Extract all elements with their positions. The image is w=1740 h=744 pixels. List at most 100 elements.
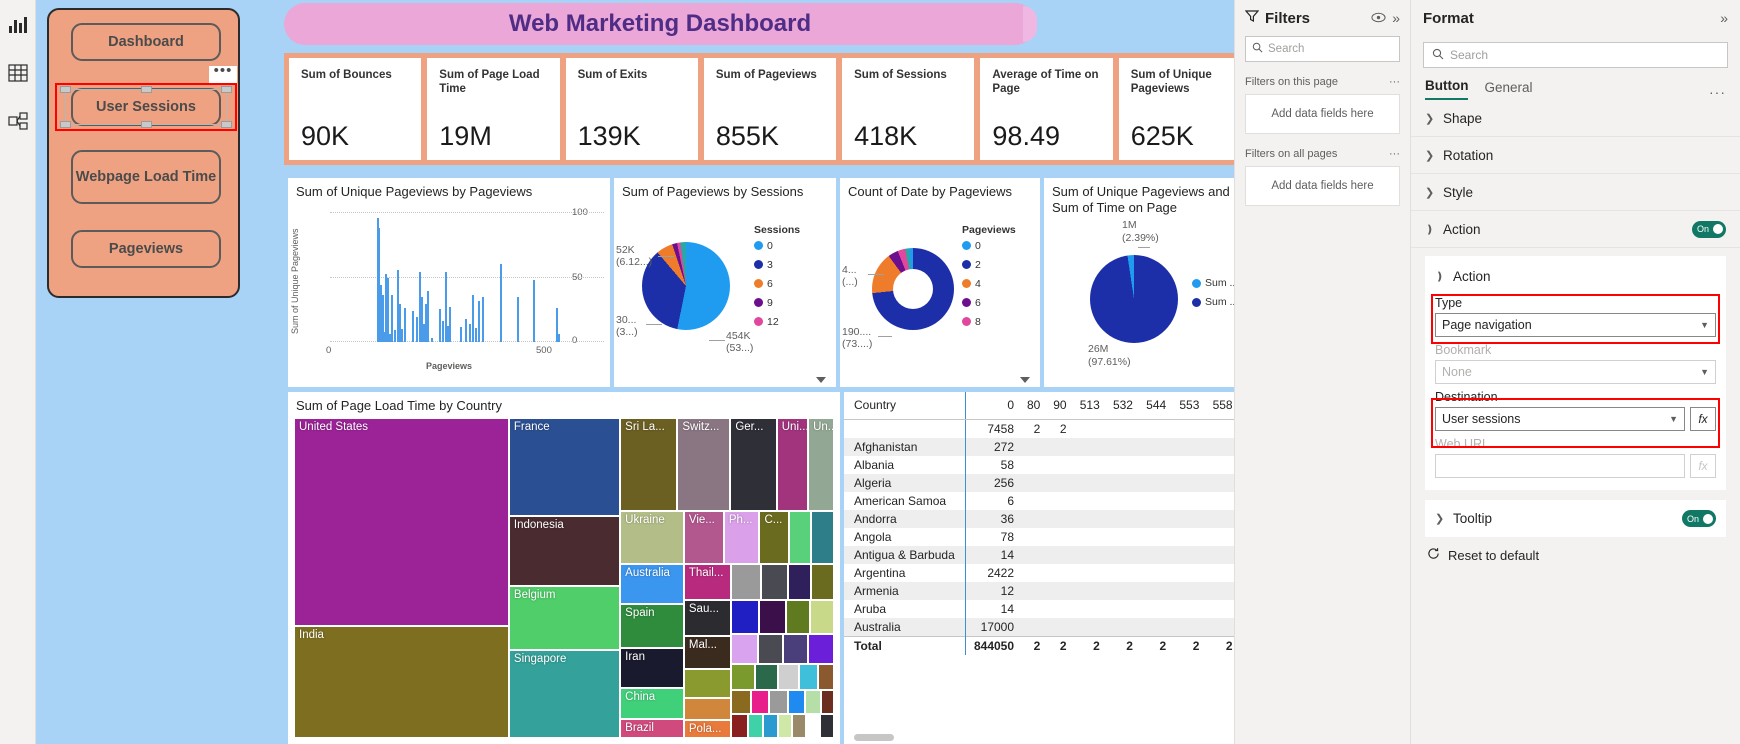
legend-scroll-down-icon[interactable] (1020, 377, 1030, 383)
bookmark-dropdown[interactable]: None ▼ (1435, 360, 1716, 384)
bar[interactable] (558, 334, 560, 342)
visual-country-matrix-table[interactable]: Country080905135325445535585745822Afghan… (844, 392, 1234, 744)
resize-handle-nw[interactable] (60, 86, 71, 93)
bar[interactable] (387, 278, 390, 342)
treemap-cell[interactable]: Un... (808, 418, 834, 511)
treemap-cell[interactable] (769, 690, 788, 714)
legend-item[interactable]: 6 (962, 297, 1016, 309)
legend-item[interactable]: Sum ... (1192, 296, 1234, 308)
legend-item[interactable]: 0 (962, 240, 1016, 252)
bar[interactable] (532, 279, 535, 342)
legend-scroll-down-icon[interactable] (816, 377, 826, 383)
treemap-cell[interactable] (821, 690, 834, 714)
treemap-cell[interactable]: China (620, 688, 684, 719)
hide-filters-eye-icon[interactable] (1371, 10, 1386, 26)
treemap-cell[interactable] (758, 634, 784, 665)
treemap-cell[interactable]: Spain (620, 603, 684, 649)
bar[interactable] (438, 309, 441, 342)
collapse-format-pane-icon[interactable]: » (1720, 10, 1728, 26)
table-row[interactable]: Armenia 12 (844, 582, 1234, 600)
treemap-cell[interactable] (750, 690, 770, 714)
table-column-header[interactable]: 0 (965, 392, 1021, 420)
nav-button-dashboard[interactable]: Dashboard (71, 23, 221, 61)
table-row[interactable]: Aruba 14 (844, 600, 1234, 618)
resize-handle-sw[interactable] (60, 121, 71, 128)
format-search-input[interactable]: Search (1423, 42, 1728, 68)
kpi-card-avg-time-on-page[interactable]: Average of Time on Page 98.49 (980, 58, 1113, 160)
table-row[interactable]: Argentina 2422 (844, 564, 1234, 582)
format-section-shape[interactable]: ❯ Shape (1411, 100, 1740, 137)
format-section-tooltip[interactable]: ❯ Tooltip On (1425, 500, 1726, 537)
pie-graphic[interactable] (1090, 255, 1178, 344)
table-horizontal-scrollbar-thumb[interactable] (854, 734, 894, 741)
filters-search-input[interactable]: Search (1245, 36, 1400, 62)
visual-page-load-time-by-country[interactable]: Sum of Page Load Time by Country United … (288, 392, 840, 744)
table-column-header[interactable]: 513 (1072, 392, 1106, 420)
model-view-icon[interactable] (3, 106, 33, 136)
kpi-card-pageviews[interactable]: Sum of Pageviews 855K (703, 58, 837, 160)
treemap-cell[interactable] (777, 664, 800, 690)
collapse-filters-pane-icon[interactable]: » (1392, 10, 1400, 26)
legend-item[interactable]: 12 (754, 316, 800, 328)
kpi-card-sessions[interactable]: Sum of Sessions 418K (842, 58, 975, 160)
report-view-icon[interactable] (3, 10, 33, 40)
reset-to-default-button[interactable]: Reset to default (1411, 537, 1740, 573)
filters-dropzone-this-page[interactable]: Add data fields here (1245, 94, 1400, 134)
action-toggle[interactable]: On (1692, 220, 1726, 238)
treemap-cell[interactable] (755, 664, 778, 690)
treemap-cell[interactable] (788, 510, 812, 564)
visual-more-options-icon[interactable]: ••• (209, 63, 237, 84)
destination-fx-button[interactable]: fx (1690, 407, 1716, 431)
table-row[interactable]: Algeria 256 (844, 474, 1234, 492)
table-column-header[interactable]: 90 (1046, 392, 1073, 420)
bar[interactable] (404, 308, 407, 342)
bar[interactable] (441, 320, 444, 342)
table-column-header[interactable]: 553 (1172, 392, 1206, 420)
treemap-cell[interactable]: Switz... (677, 418, 731, 511)
treemap-cell[interactable] (811, 510, 834, 564)
kpi-card-unique-pageviews[interactable]: Sum of Unique Pageviews 625K (1118, 58, 1234, 160)
treemap-cell[interactable] (799, 664, 818, 690)
visual-pageviews-by-sessions[interactable]: Sum of Pageviews by Sessions 52K (6.12..… (614, 178, 836, 387)
type-dropdown[interactable]: Page navigation ▼ (1435, 313, 1716, 337)
treemap-cell[interactable] (731, 634, 759, 665)
table-column-header[interactable]: 558 (1205, 392, 1234, 420)
treemap-cell[interactable]: Ukraine (620, 510, 684, 564)
bar[interactable] (516, 297, 519, 342)
destination-dropdown[interactable]: User sessions ▼ (1435, 407, 1685, 431)
section-more-icon[interactable]: ··· (1389, 76, 1400, 88)
treemap-cell[interactable] (683, 698, 732, 721)
treemap-cell[interactable] (747, 714, 763, 738)
treemap-cell[interactable]: Vie... (683, 510, 724, 564)
bar[interactable] (474, 327, 477, 342)
treemap-cell[interactable] (810, 600, 834, 634)
treemap-cell[interactable]: Sri La... (620, 418, 678, 511)
treemap-cell[interactable]: Pola... (683, 720, 732, 738)
kpi-card-page-load-time[interactable]: Sum of Page Load Time 19M (427, 58, 560, 160)
web-url-fx-button[interactable]: fx (1690, 454, 1716, 478)
pie-graphic[interactable] (642, 241, 730, 330)
bar[interactable] (471, 294, 474, 342)
treemap-cell[interactable] (804, 690, 822, 714)
treemap-cell[interactable] (817, 664, 834, 690)
treemap-cell[interactable] (808, 634, 834, 665)
legend-item[interactable]: 0 (754, 240, 800, 252)
bar[interactable] (460, 326, 463, 342)
visual-unique-pageviews-by-pageviews[interactable]: Sum of Unique Pageviews by Pageviews Sum… (288, 178, 610, 387)
bar[interactable] (465, 319, 468, 342)
table-row[interactable]: Albania 58 (844, 456, 1234, 474)
tooltip-toggle[interactable]: On (1682, 510, 1716, 527)
treemap-cell[interactable]: Iran (620, 648, 684, 689)
format-section-style[interactable]: ❯ Style (1411, 174, 1740, 211)
treemap-cell[interactable] (760, 563, 788, 601)
bar[interactable] (416, 316, 419, 342)
bar[interactable] (430, 337, 433, 342)
table-row[interactable]: American Samoa 6 (844, 492, 1234, 510)
bar[interactable] (412, 310, 415, 342)
treemap-cell[interactable]: United States (294, 418, 509, 626)
bar[interactable] (468, 324, 471, 342)
table-column-header[interactable]: 544 (1138, 392, 1173, 420)
legend-item[interactable]: 3 (754, 259, 800, 271)
bar[interactable] (393, 330, 396, 342)
bar[interactable] (426, 290, 429, 342)
